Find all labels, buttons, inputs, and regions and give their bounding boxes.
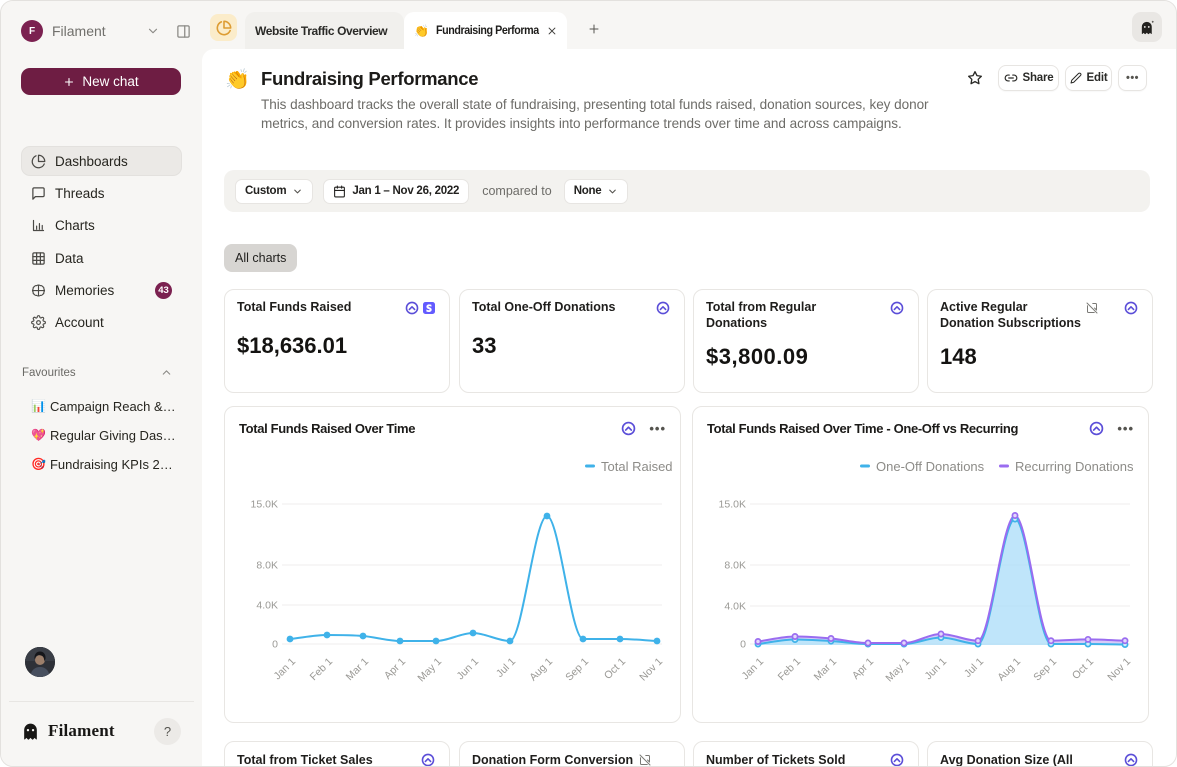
svg-text:Jun 1: Jun 1 [454,656,481,683]
svg-text:Jul 1: Jul 1 [962,656,986,680]
svg-text:Nov 1: Nov 1 [637,656,665,684]
svg-text:Jun 1: Jun 1 [922,656,949,683]
svg-text:One-Off Donations: One-Off Donations [876,459,985,474]
svg-text:Mar 1: Mar 1 [812,656,840,684]
svg-text:Recurring Donations: Recurring Donations [1015,459,1134,474]
svg-text:May 1: May 1 [883,656,912,685]
svg-text:Apr 1: Apr 1 [382,656,408,682]
svg-text:Sep 1: Sep 1 [1031,656,1059,684]
svg-text:8.0K: 8.0K [724,560,746,572]
svg-text:0: 0 [272,639,278,651]
svg-text:0: 0 [740,639,746,651]
svg-text:Nov 1: Nov 1 [1105,656,1133,684]
svg-text:Feb 1: Feb 1 [776,656,804,684]
svg-text:15.0K: 15.0K [251,499,278,511]
svg-text:Aug 1: Aug 1 [995,656,1023,684]
svg-text:4.0K: 4.0K [724,601,746,613]
svg-text:Oct 1: Oct 1 [602,656,628,682]
svg-text:Feb 1: Feb 1 [308,656,336,684]
svg-text:Oct 1: Oct 1 [1070,656,1096,682]
svg-text:May 1: May 1 [415,656,444,685]
svg-text:15.0K: 15.0K [719,499,746,511]
svg-text:4.0K: 4.0K [256,600,278,612]
svg-text:Apr 1: Apr 1 [850,656,876,682]
svg-text:Total Raised: Total Raised [601,459,673,474]
svg-text:Jul 1: Jul 1 [494,656,518,680]
svg-text:Mar 1: Mar 1 [344,656,372,684]
svg-text:Aug 1: Aug 1 [527,656,555,684]
svg-text:Jan 1: Jan 1 [271,656,298,683]
svg-text:8.0K: 8.0K [256,560,278,572]
svg-text:Jan 1: Jan 1 [739,656,766,683]
svg-text:Sep 1: Sep 1 [563,656,591,684]
